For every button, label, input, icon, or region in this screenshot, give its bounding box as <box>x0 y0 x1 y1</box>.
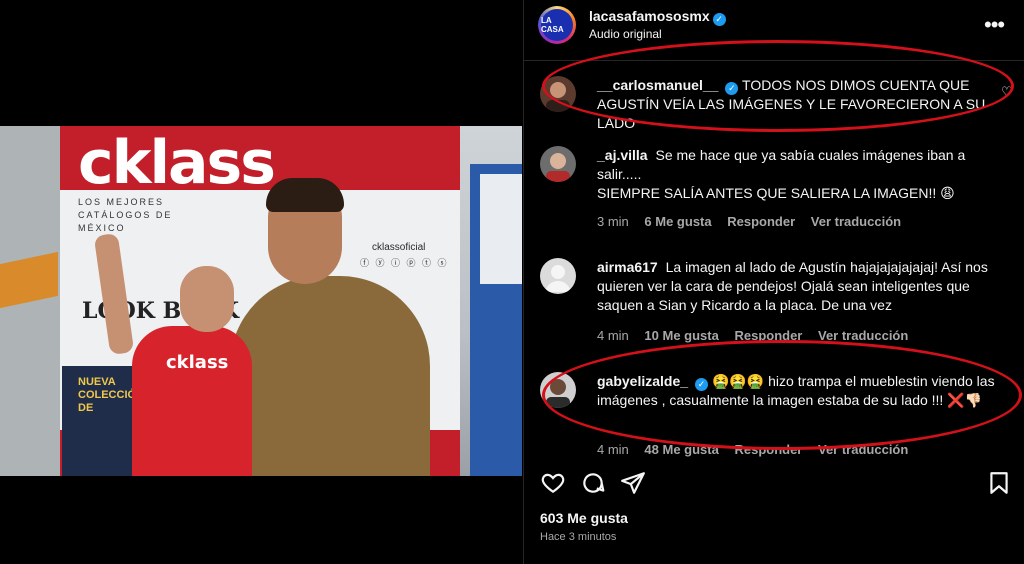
brand-handle: cklassoficial <box>372 242 426 253</box>
comment-text-line2: SIEMPRE SALÍA ANTES QUE SALIERA LA IMAGE… <box>597 185 955 201</box>
more-options-button[interactable]: ••• <box>984 12 1005 38</box>
translate-button[interactable]: Ver traducción <box>811 214 901 229</box>
reply-button[interactable]: Responder <box>734 442 802 457</box>
account-username[interactable]: lacasafamososmx <box>589 8 710 24</box>
commenter-avatar[interactable] <box>540 258 576 294</box>
comment-username[interactable]: __carlosmanuel__ <box>597 77 718 93</box>
comment-username[interactable]: airma617 <box>597 259 658 275</box>
reply-button[interactable]: Responder <box>734 328 802 343</box>
video-player[interactable]: cklass LOS MEJORES CATÁLOGOS DE MÉXICO c… <box>0 126 522 476</box>
post-action-bar <box>524 464 1024 500</box>
account-username-row[interactable]: lacasafamososmx ✓ <box>589 8 726 26</box>
reply-button[interactable]: Responder <box>727 214 795 229</box>
person-left-body <box>132 326 252 476</box>
comment-likes[interactable]: 48 Me gusta <box>644 442 718 457</box>
post-likes-count[interactable]: 603 Me gusta <box>540 510 628 526</box>
like-comment-icon[interactable]: ♡ <box>1001 84 1013 100</box>
profile-photo-icon <box>546 82 570 112</box>
comment-username[interactable]: gabyelizalde_ <box>597 373 688 389</box>
comment-bubble-icon[interactable] <box>580 470 606 496</box>
commenter-avatar[interactable] <box>540 76 576 112</box>
comment-meta: 3 min 6 Me gusta Responder Ver traducció… <box>597 214 913 229</box>
commenter-avatar[interactable] <box>540 372 576 408</box>
comment-time[interactable]: 4 min <box>597 442 629 457</box>
person-right-body <box>230 276 430 476</box>
avatar-logo: LA CASA <box>541 9 573 41</box>
post-timestamp[interactable]: Hace 3 minutos <box>540 531 616 543</box>
default-avatar-icon <box>545 265 571 292</box>
comment-text-block: gabyelizalde_ ✓ 🤮🤮🤮 hizo trampa el mueble… <box>597 372 997 410</box>
catalog-slogan: LOS MEJORES CATÁLOGOS DE MÉXICO <box>78 197 173 233</box>
comment-username[interactable]: _aj.villa <box>597 147 648 163</box>
share-send-icon[interactable] <box>620 470 646 496</box>
bookmark-save-icon[interactable] <box>986 470 1012 496</box>
person-right-hair <box>266 178 344 212</box>
comment-time[interactable]: 4 min <box>597 328 629 343</box>
comment-meta: 4 min 10 Me gusta Responder Ver traducci… <box>597 328 920 343</box>
post-header: LA CASA lacasafamososmx ✓ Audio original … <box>524 0 1024 61</box>
side-banner-white <box>480 174 522 284</box>
comment-meta: 4 min 48 Me gusta Responder Ver traducci… <box>597 442 920 457</box>
brand-logo-text: cklass <box>78 128 276 198</box>
comment-likes[interactable]: 6 Me gusta <box>644 214 711 229</box>
audio-label[interactable]: Audio original <box>589 27 662 41</box>
translate-button[interactable]: Ver traducción <box>818 442 908 457</box>
comment-likes[interactable]: 10 Me gusta <box>644 328 718 343</box>
shirt-logo: cklass <box>166 352 229 373</box>
comment-text-block: _aj.villa Se me hace que ya sabía cuales… <box>597 146 997 203</box>
translate-button[interactable]: Ver traducción <box>818 328 908 343</box>
person-left-head <box>180 266 234 332</box>
comment-text-block: airma617 La imagen al lado de Agustín ha… <box>597 258 997 315</box>
social-icons: ⓕ ⓨ ⓘ ⓟ ⓣ ⓢ <box>360 258 449 268</box>
comment-text-block: __carlosmanuel__ ✓ TODOS NOS DIMOS CUENTA… <box>597 76 997 133</box>
comment-text: Se me hace que ya sabía cuales imágenes … <box>597 147 966 182</box>
video-pane: cklass LOS MEJORES CATÁLOGOS DE MÉXICO c… <box>0 0 522 564</box>
account-avatar[interactable]: LA CASA <box>538 6 576 44</box>
commenter-avatar[interactable] <box>540 146 576 182</box>
verified-badge-icon: ✓ <box>712 13 726 26</box>
verified-badge-icon: ✓ <box>695 378 709 391</box>
verified-badge-icon: ✓ <box>725 82 739 95</box>
profile-photo-icon <box>546 153 570 182</box>
comments-pane: LA CASA lacasafamososmx ✓ Audio original … <box>523 0 1024 564</box>
profile-photo-icon <box>546 379 570 408</box>
comment-time[interactable]: 3 min <box>597 214 629 229</box>
like-heart-icon[interactable] <box>540 470 566 496</box>
